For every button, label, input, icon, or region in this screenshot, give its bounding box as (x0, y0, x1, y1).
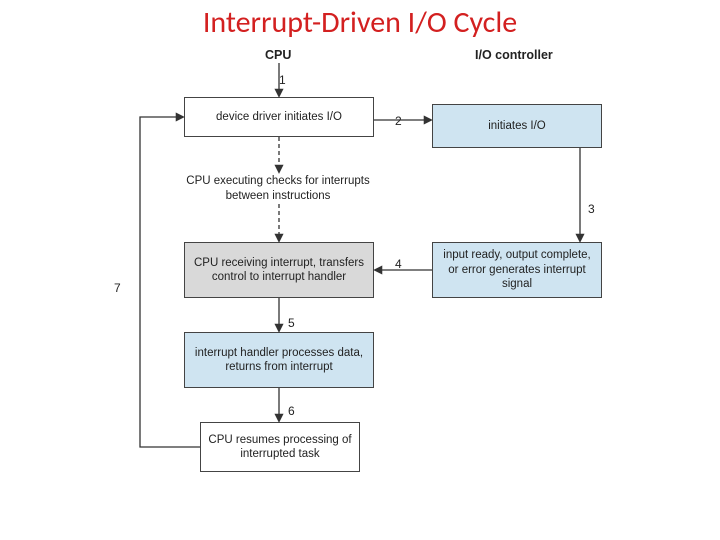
step-7-label: 7 (114, 281, 121, 295)
step-6-label: 6 (288, 404, 295, 418)
box-input-ready: input ready, output complete, or error g… (432, 242, 602, 298)
step-2-label: 2 (395, 114, 402, 128)
box-initiates-io: initiates I/O (432, 104, 602, 148)
step-1-label: 1 (279, 73, 286, 87)
column-cpu: CPU (265, 48, 291, 62)
box-handler-processes: interrupt handler processes data, return… (184, 332, 374, 388)
page-title: Interrupt-Driven I/O Cycle (0, 4, 720, 41)
column-io: I/O controller (475, 48, 553, 62)
box-driver-initiates: device driver initiates I/O (184, 97, 374, 137)
box-cpu-resumes: CPU resumes processing of interrupted ta… (200, 422, 360, 472)
step-5-label: 5 (288, 316, 295, 330)
step-4-label: 4 (395, 257, 402, 271)
box-cpu-receiving: CPU receiving interrupt, transfers contr… (184, 242, 374, 298)
text-cpu-executing: CPU executing checks for interrupts betw… (178, 174, 378, 204)
step-3-label: 3 (588, 202, 595, 216)
